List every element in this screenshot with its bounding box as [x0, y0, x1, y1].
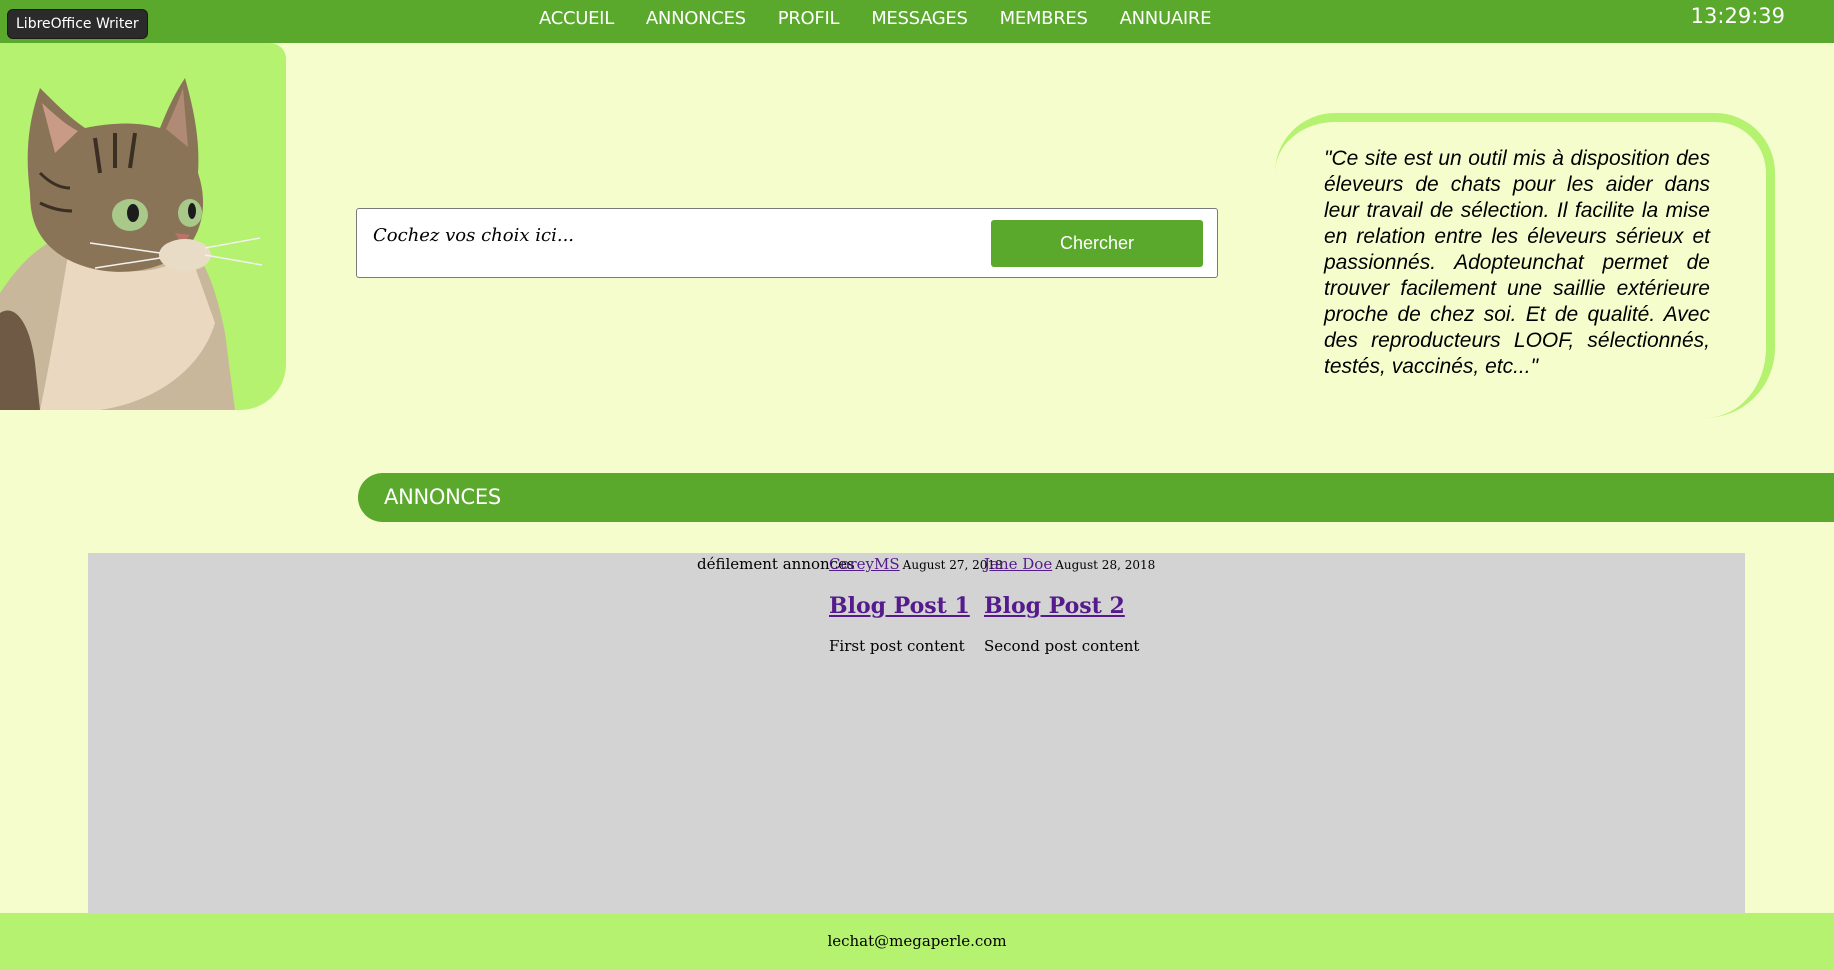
blog-post: Jane Doe August 28, 2018 Blog Post 2 Seco…	[984, 553, 1155, 655]
blog-post: CoreyMS August 27, 2018 Blog Post 1 First…	[829, 553, 1003, 655]
post-body: First post content	[829, 637, 965, 655]
post-title-link[interactable]: Blog Post 1	[829, 593, 1003, 619]
nav-item-profil[interactable]: PROFIL	[778, 0, 840, 43]
post-body: Second post content	[984, 637, 1140, 655]
cat-image-panel	[0, 43, 286, 410]
app-label: LibreOffice Writer	[8, 10, 147, 38]
annonces-section-header: ANNONCES	[358, 473, 1834, 522]
main-nav: ACCUEIL ANNONCES PROFIL MESSAGES MEMBRES…	[539, 0, 1243, 43]
clock: 13:29:39	[1690, 4, 1785, 28]
nav-item-accueil[interactable]: ACCUEIL	[539, 0, 614, 43]
search-button[interactable]: Chercher	[991, 220, 1203, 267]
footer-email: lechat@megaperle.com	[827, 932, 1007, 950]
post-title-link[interactable]: Blog Post 2	[984, 593, 1155, 619]
nav-item-annuaire[interactable]: ANNUAIRE	[1120, 0, 1212, 43]
site-description-quote: "Ce site est un outil mis à disposition …	[1324, 147, 1710, 378]
cat-image	[0, 78, 263, 410]
nav-item-messages[interactable]: MESSAGES	[871, 0, 968, 43]
nav-item-annonces[interactable]: ANNONCES	[646, 0, 746, 43]
post-author-link[interactable]: CoreyMS	[829, 555, 900, 573]
search-box: Chercher	[356, 208, 1218, 278]
search-input[interactable]	[371, 221, 875, 249]
nav-item-membres[interactable]: MEMBRES	[1000, 0, 1088, 43]
top-navigation-bar: LibreOffice Writer ACCUEIL ANNONCES PROF…	[0, 0, 1834, 43]
footer: lechat@megaperle.com	[0, 913, 1834, 970]
annonces-title: ANNONCES	[384, 485, 501, 509]
post-author-link[interactable]: Jane Doe	[984, 555, 1052, 573]
annonces-content-area: défilement annonces CoreyMS August 27, 20…	[88, 553, 1745, 913]
post-date: August 28, 2018	[1055, 558, 1156, 572]
